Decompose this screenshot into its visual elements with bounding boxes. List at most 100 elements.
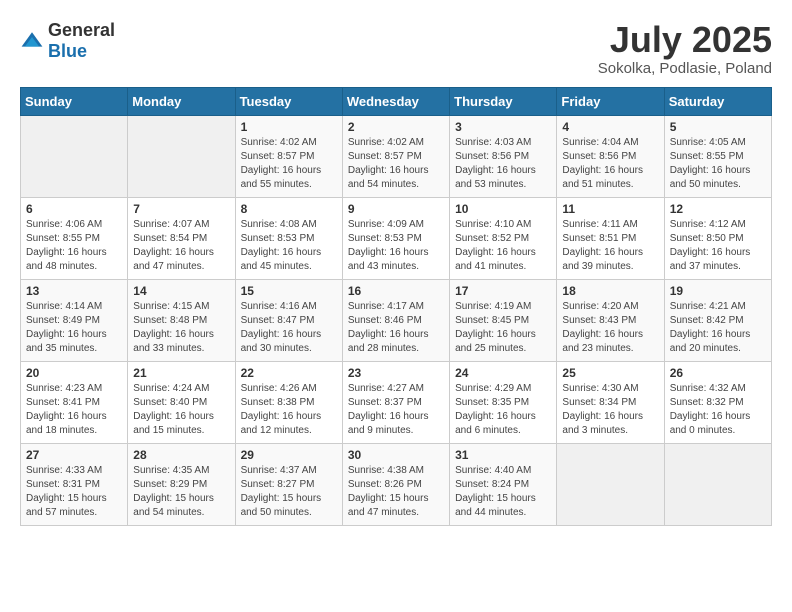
day-cell: 3Sunrise: 4:03 AMSunset: 8:56 PMDaylight… <box>450 115 557 197</box>
day-cell: 23 Sunrise: 4:27 AMSunset: 8:37 PMDayligh… <box>342 361 449 443</box>
day-cell: 19 Sunrise: 4:21 AMSunset: 8:42 PMDayligh… <box>664 279 771 361</box>
col-header-monday: Monday <box>128 87 235 115</box>
day-number: 8 <box>241 202 337 216</box>
page-header: General Blue July 2025 Sokolka, Podlasie… <box>20 20 772 77</box>
day-detail: Sunrise: 4:40 AMSunset: 8:24 PMDaylight:… <box>455 464 551 520</box>
day-cell: 11Sunrise: 4:11 AMSunset: 8:51 PMDayligh… <box>557 197 664 279</box>
day-cell <box>21 115 128 197</box>
day-number: 22 <box>241 366 337 380</box>
week-row-4: 20 Sunrise: 4:23 AMSunset: 8:41 PMDayligh… <box>21 361 772 443</box>
day-detail: Sunrise: 4:38 AMSunset: 8:26 PMDaylight:… <box>348 464 444 520</box>
day-number: 23 <box>348 366 444 380</box>
day-number: 24 <box>455 366 551 380</box>
col-header-wednesday: Wednesday <box>342 87 449 115</box>
day-number: 2 <box>348 120 444 134</box>
day-detail: Sunrise: 4:08 AMSunset: 8:53 PMDaylight:… <box>241 218 337 274</box>
day-cell: 12 Sunrise: 4:12 AMSunset: 8:50 PMDayligh… <box>664 197 771 279</box>
logo: General Blue <box>20 20 115 62</box>
day-detail: Sunrise: 4:10 AMSunset: 8:52 PMDaylight:… <box>455 218 551 274</box>
day-number: 27 <box>26 448 122 462</box>
day-number: 16 <box>348 284 444 298</box>
day-number: 11 <box>562 202 658 216</box>
day-number: 13 <box>26 284 122 298</box>
day-number: 20 <box>26 366 122 380</box>
day-cell: 7 Sunrise: 4:07 AMSunset: 8:54 PMDaylight… <box>128 197 235 279</box>
day-number: 30 <box>348 448 444 462</box>
week-row-5: 27 Sunrise: 4:33 AMSunset: 8:31 PMDayligh… <box>21 443 772 525</box>
day-cell <box>664 443 771 525</box>
day-detail: Sunrise: 4:21 AMSunset: 8:42 PMDaylight:… <box>670 300 766 356</box>
day-number: 12 <box>670 202 766 216</box>
day-detail: Sunrise: 4:37 AMSunset: 8:27 PMDaylight:… <box>241 464 337 520</box>
logo-general: General <box>48 20 115 40</box>
day-cell: 29Sunrise: 4:37 AMSunset: 8:27 PMDayligh… <box>235 443 342 525</box>
day-number: 26 <box>670 366 766 380</box>
day-cell: 18Sunrise: 4:20 AMSunset: 8:43 PMDayligh… <box>557 279 664 361</box>
day-cell <box>128 115 235 197</box>
col-header-saturday: Saturday <box>664 87 771 115</box>
day-cell: 10 Sunrise: 4:10 AMSunset: 8:52 PMDayligh… <box>450 197 557 279</box>
day-detail: Sunrise: 4:30 AMSunset: 8:34 PMDaylight:… <box>562 382 658 438</box>
day-cell: 21 Sunrise: 4:24 AMSunset: 8:40 PMDayligh… <box>128 361 235 443</box>
day-number: 14 <box>133 284 229 298</box>
col-header-tuesday: Tuesday <box>235 87 342 115</box>
day-number: 25 <box>562 366 658 380</box>
month-title: July 2025 <box>598 20 772 60</box>
day-detail: Sunrise: 4:35 AMSunset: 8:29 PMDaylight:… <box>133 464 229 520</box>
day-cell: 4Sunrise: 4:04 AMSunset: 8:56 PMDaylight… <box>557 115 664 197</box>
day-cell: 16 Sunrise: 4:17 AMSunset: 8:46 PMDayligh… <box>342 279 449 361</box>
day-number: 3 <box>455 120 551 134</box>
day-cell <box>557 443 664 525</box>
calendar-header-row: SundayMondayTuesdayWednesdayThursdayFrid… <box>21 87 772 115</box>
day-number: 21 <box>133 366 229 380</box>
day-detail: Sunrise: 4:04 AMSunset: 8:56 PMDaylight:… <box>562 136 658 192</box>
day-number: 19 <box>670 284 766 298</box>
col-header-sunday: Sunday <box>21 87 128 115</box>
day-detail: Sunrise: 4:05 AMSunset: 8:55 PMDaylight:… <box>670 136 766 192</box>
day-cell: 30 Sunrise: 4:38 AMSunset: 8:26 PMDayligh… <box>342 443 449 525</box>
day-cell: 25 Sunrise: 4:30 AMSunset: 8:34 PMDayligh… <box>557 361 664 443</box>
day-number: 1 <box>241 120 337 134</box>
calendar-table: SundayMondayTuesdayWednesdayThursdayFrid… <box>20 87 772 526</box>
day-detail: Sunrise: 4:20 AMSunset: 8:43 PMDaylight:… <box>562 300 658 356</box>
day-cell: 24Sunrise: 4:29 AMSunset: 8:35 PMDayligh… <box>450 361 557 443</box>
col-header-friday: Friday <box>557 87 664 115</box>
day-cell: 26 Sunrise: 4:32 AMSunset: 8:32 PMDayligh… <box>664 361 771 443</box>
day-detail: Sunrise: 4:14 AMSunset: 8:49 PMDaylight:… <box>26 300 122 356</box>
day-cell: 20 Sunrise: 4:23 AMSunset: 8:41 PMDayligh… <box>21 361 128 443</box>
day-cell: 6Sunrise: 4:06 AMSunset: 8:55 PMDaylight… <box>21 197 128 279</box>
day-detail: Sunrise: 4:02 AMSunset: 8:57 PMDaylight:… <box>348 136 444 192</box>
title-block: July 2025 Sokolka, Podlasie, Poland <box>598 20 772 77</box>
logo-text: General Blue <box>48 20 115 62</box>
day-number: 6 <box>26 202 122 216</box>
day-detail: Sunrise: 4:23 AMSunset: 8:41 PMDaylight:… <box>26 382 122 438</box>
day-detail: Sunrise: 4:33 AMSunset: 8:31 PMDaylight:… <box>26 464 122 520</box>
day-detail: Sunrise: 4:15 AMSunset: 8:48 PMDaylight:… <box>133 300 229 356</box>
day-detail: Sunrise: 4:02 AMSunset: 8:57 PMDaylight:… <box>241 136 337 192</box>
day-number: 31 <box>455 448 551 462</box>
day-detail: Sunrise: 4:24 AMSunset: 8:40 PMDaylight:… <box>133 382 229 438</box>
day-detail: Sunrise: 4:12 AMSunset: 8:50 PMDaylight:… <box>670 218 766 274</box>
day-detail: Sunrise: 4:32 AMSunset: 8:32 PMDaylight:… <box>670 382 766 438</box>
day-cell: 17 Sunrise: 4:19 AMSunset: 8:45 PMDayligh… <box>450 279 557 361</box>
day-number: 28 <box>133 448 229 462</box>
day-cell: 8 Sunrise: 4:08 AMSunset: 8:53 PMDaylight… <box>235 197 342 279</box>
day-cell: 31 Sunrise: 4:40 AMSunset: 8:24 PMDayligh… <box>450 443 557 525</box>
day-number: 17 <box>455 284 551 298</box>
logo-blue: Blue <box>48 41 87 61</box>
day-cell: 13 Sunrise: 4:14 AMSunset: 8:49 PMDayligh… <box>21 279 128 361</box>
day-number: 9 <box>348 202 444 216</box>
day-detail: Sunrise: 4:16 AMSunset: 8:47 PMDaylight:… <box>241 300 337 356</box>
day-cell: 9Sunrise: 4:09 AMSunset: 8:53 PMDaylight… <box>342 197 449 279</box>
col-header-thursday: Thursday <box>450 87 557 115</box>
day-cell: 2 Sunrise: 4:02 AMSunset: 8:57 PMDaylight… <box>342 115 449 197</box>
day-number: 10 <box>455 202 551 216</box>
day-number: 7 <box>133 202 229 216</box>
day-detail: Sunrise: 4:27 AMSunset: 8:37 PMDaylight:… <box>348 382 444 438</box>
day-detail: Sunrise: 4:17 AMSunset: 8:46 PMDaylight:… <box>348 300 444 356</box>
day-detail: Sunrise: 4:19 AMSunset: 8:45 PMDaylight:… <box>455 300 551 356</box>
week-row-1: 1 Sunrise: 4:02 AMSunset: 8:57 PMDaylight… <box>21 115 772 197</box>
day-number: 5 <box>670 120 766 134</box>
day-cell: 15Sunrise: 4:16 AMSunset: 8:47 PMDayligh… <box>235 279 342 361</box>
day-detail: Sunrise: 4:07 AMSunset: 8:54 PMDaylight:… <box>133 218 229 274</box>
